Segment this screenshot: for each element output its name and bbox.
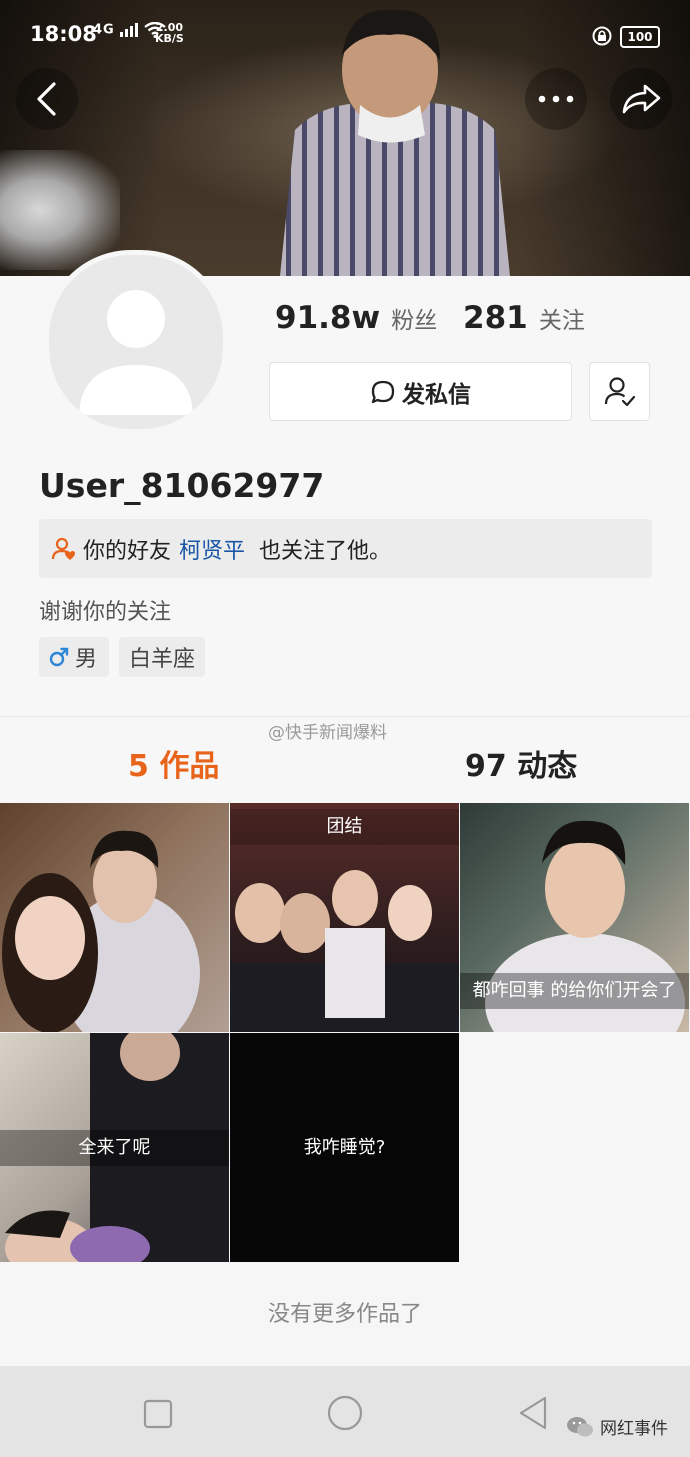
thumbnail-caption: 团结 — [230, 809, 459, 845]
zodiac-tag: 白羊座 — [119, 637, 205, 677]
friend-notice[interactable]: 你的好友 柯贤平 也关注了他。 — [39, 519, 652, 578]
wechat-icon — [567, 1416, 593, 1436]
male-icon — [49, 647, 69, 667]
network-speed-unit: KB/S — [155, 32, 184, 45]
send-message-button[interactable]: 发私信 — [269, 362, 572, 421]
following-count: 281 — [463, 300, 528, 336]
works-label: 作品 — [159, 749, 220, 784]
corner-watermark: 网红事件 — [566, 1414, 668, 1439]
no-more-works: 没有更多作品了 — [267, 1302, 422, 1327]
friend-notice-suffix: 也关注了他。 — [259, 538, 392, 564]
share-button[interactable] — [610, 68, 672, 130]
username: User_81062977 — [39, 466, 325, 505]
thumbnail-caption: 全来了呢 — [0, 1130, 229, 1166]
fans-count: 91.8w — [275, 300, 381, 336]
more-dots-icon — [538, 95, 574, 103]
thumbnail-caption: 都咋回事 的给你们开会了 — [460, 973, 689, 1009]
tab-works[interactable]: 5 作品 — [128, 741, 219, 785]
video-thumbnail[interactable]: 全来了呢 — [0, 1033, 229, 1262]
works-count: 5 — [128, 749, 149, 784]
cover-photo-light — [0, 150, 120, 270]
friend-icon — [51, 537, 75, 560]
video-thumbnail[interactable]: 都咋回事 的给你们开会了 — [460, 803, 689, 1032]
network-type: 4G — [93, 22, 115, 38]
more-button[interactable] — [525, 68, 587, 130]
video-thumbnail[interactable]: 团结 — [230, 803, 459, 1032]
network-speed: 2.00 KB/S — [155, 22, 184, 44]
back-button[interactable] — [16, 68, 78, 130]
watermark: @快手新闻爆料 — [268, 723, 387, 743]
home-icon[interactable] — [327, 1395, 363, 1431]
moments-label: 动态 — [517, 749, 578, 784]
recent-apps-icon[interactable] — [143, 1399, 173, 1429]
default-avatar-icon — [79, 290, 193, 415]
system-nav-bar — [0, 1366, 690, 1457]
follow-status-button[interactable] — [589, 362, 650, 421]
friend-notice-prefix: 你的好友 — [83, 538, 172, 564]
fans-stat[interactable]: 91.8w 粉丝 — [275, 300, 437, 336]
send-message-label: 发私信 — [402, 381, 471, 408]
friend-name-link[interactable]: 柯贤平 — [179, 533, 245, 565]
chat-bubble-icon — [371, 380, 395, 403]
battery-indicator: 100 — [620, 26, 660, 48]
gender-label: 男 — [75, 647, 98, 672]
back-nav-icon[interactable] — [517, 1395, 549, 1431]
user-check-icon — [604, 376, 635, 406]
user-bio: 谢谢你的关注 — [39, 600, 172, 625]
following-label: 关注 — [538, 308, 585, 334]
status-bar: 18:08 4G 2.00 KB/S 100 — [0, 0, 690, 72]
signal-icon — [120, 23, 139, 37]
video-thumbnail[interactable]: 我咋睡觉? — [230, 1033, 459, 1262]
watermark-text: 网红事件 — [600, 1419, 668, 1439]
moments-count: 97 — [465, 749, 507, 784]
rotation-lock-icon — [592, 26, 612, 46]
fans-label: 粉丝 — [391, 308, 438, 334]
thumbnail-image — [0, 803, 229, 1032]
thumbnail-caption: 我咋睡觉? — [303, 1137, 386, 1158]
tab-moments[interactable]: 97 动态 — [465, 741, 577, 785]
avatar[interactable] — [44, 250, 228, 434]
following-stat[interactable]: 281 关注 — [463, 300, 585, 336]
status-time: 18:08 — [30, 22, 97, 46]
share-icon — [622, 84, 661, 114]
video-thumbnail[interactable] — [0, 803, 229, 1032]
zodiac-label: 白羊座 — [129, 647, 196, 672]
chevron-left-icon — [37, 82, 56, 116]
gender-tag: 男 — [39, 637, 109, 677]
